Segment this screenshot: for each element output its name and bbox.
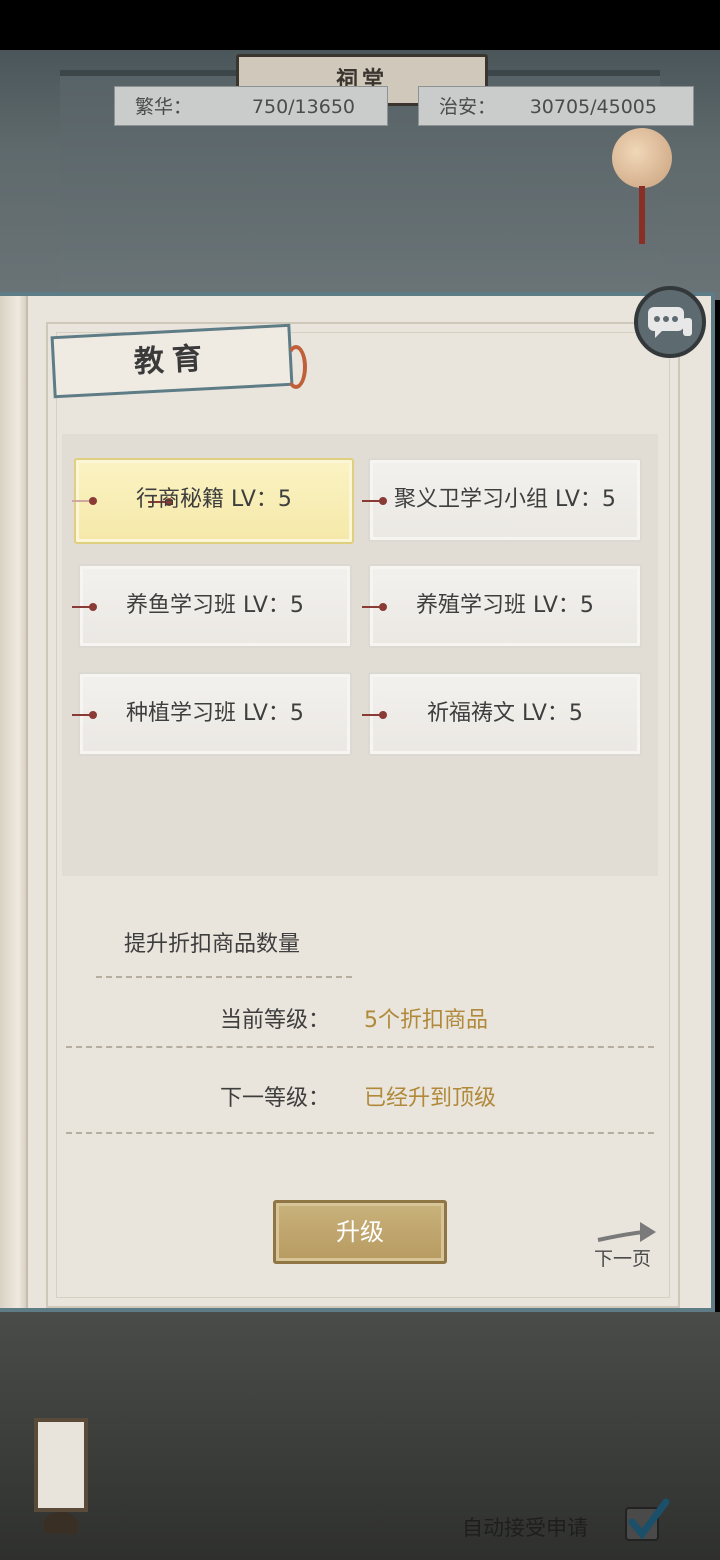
title-knot-decoration [285,345,307,389]
current-level-label: 当前等级： [220,1008,331,1033]
prosperity-value: 750/13650 [251,96,355,118]
chat-button[interactable] [634,286,706,358]
security-value: 30705/45005 [529,96,657,118]
card-pin [362,711,387,719]
skill-description: 提升折扣商品数量 [124,932,301,957]
divider [66,1132,654,1134]
chat-icon [648,307,692,338]
panel-title: 教育 [50,323,294,399]
prosperity-label: 繁华： [135,96,193,118]
security-label: 治安： [439,96,497,118]
divider [66,1046,654,1048]
lamp-icon [34,1418,88,1512]
book-spine [0,296,28,1308]
current-level-value: 5个折扣商品 [364,1008,488,1033]
lantern-icon [612,128,672,188]
skill-card-livestock[interactable]: 养殖学习班 LV：5 [368,564,642,648]
card-pin [72,497,97,505]
skill-label: 养殖学习班 LV：5 [416,593,594,618]
auto-accept-label: 自动接受申请 [462,1516,588,1540]
skill-label: 聚义卫学习小组 LV：5 [394,487,616,512]
next-level-label: 下一等级： [220,1086,331,1111]
security-stat: 治安： 30705/45005 [418,86,694,126]
checkmark-icon[interactable] [624,1498,670,1544]
next-page-link[interactable]: 下一页 [594,1244,651,1271]
skill-card-guard-study[interactable]: 聚义卫学习小组 LV：5 [368,458,642,542]
card-pin [362,497,387,505]
skill-card-trade[interactable]: 行商秘籍 LV：5 [74,458,354,544]
card-pin [72,711,97,719]
skill-label: 养鱼学习班 LV：5 [126,593,304,618]
upgrade-button[interactable]: 升级 [273,1200,447,1264]
skill-card-prayer[interactable]: 祈福祷文 LV：5 [368,672,642,756]
skill-card-fish[interactable]: 养鱼学习班 LV：5 [78,564,352,648]
skill-label: 种植学习班 LV：5 [126,701,304,726]
next-level-value: 已经升到顶级 [364,1086,497,1111]
divider [96,976,352,978]
next-arrow-icon[interactable] [596,1220,658,1246]
card-pin [72,603,97,611]
card-pin [362,603,387,611]
lantern-tassel [639,186,645,244]
floor-scene [0,1312,720,1560]
prosperity-stat: 繁华： 750/13650 [114,86,388,126]
skill-card-planting[interactable]: 种植学习班 LV：5 [78,672,352,756]
skill-label: 祈福祷文 LV：5 [427,701,583,726]
lamp-stand [44,1512,78,1534]
skill-label: 行商秘籍 LV：5 [136,487,292,512]
